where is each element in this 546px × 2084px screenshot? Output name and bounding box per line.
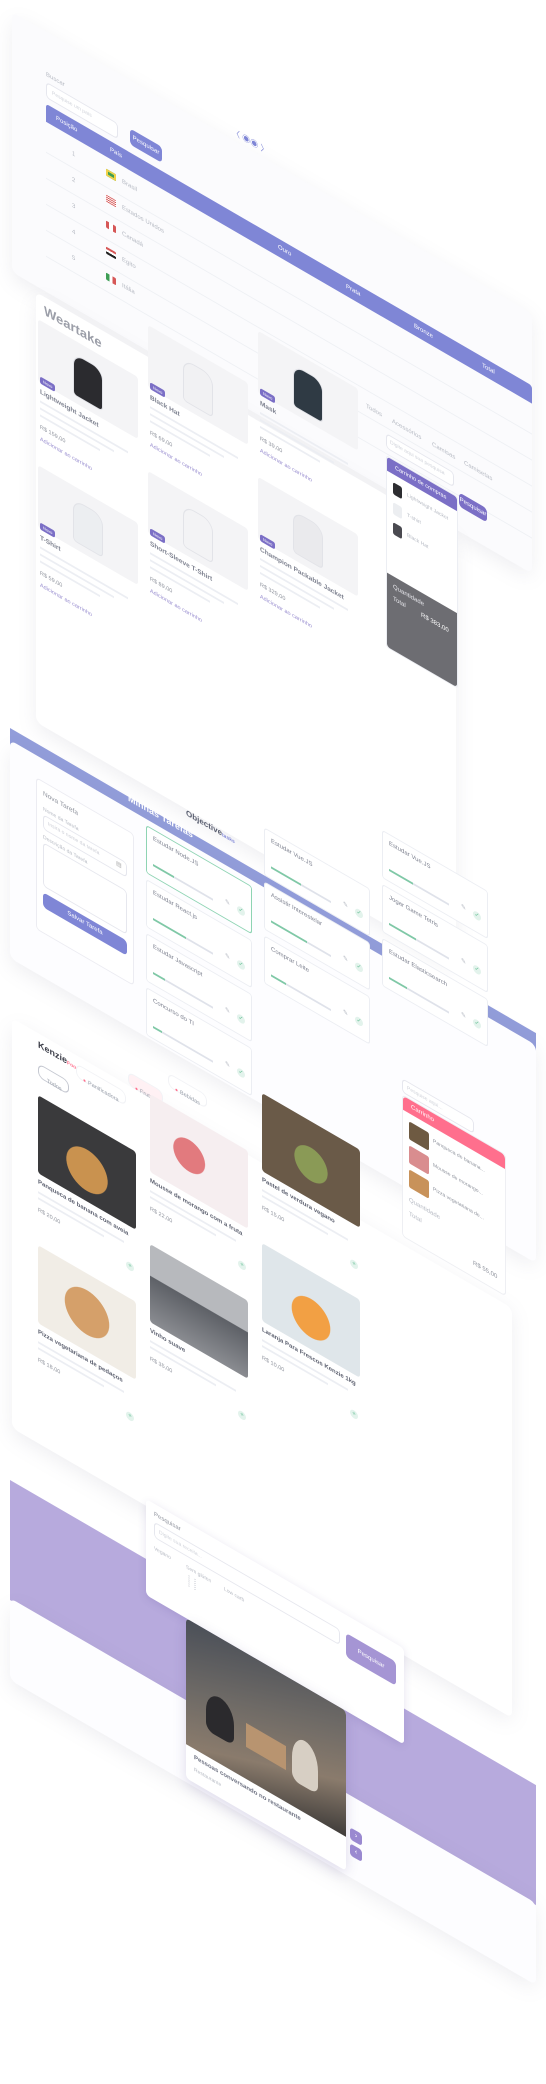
row-position: 4 — [72, 228, 76, 237]
add-to-cart-icon[interactable]: + — [238, 1259, 246, 1272]
model-figure — [184, 359, 212, 417]
check-icon[interactable]: ✓ — [237, 958, 245, 972]
hat-thumb — [393, 522, 402, 540]
row-position: 3 — [72, 202, 76, 211]
edit-icon[interactable]: ✎ — [343, 900, 348, 910]
task-progress-fill — [389, 868, 413, 885]
isometric-showcase: Buscar Pesquise um país Pesquisar 〈 ◉◉ 〉… — [0, 0, 546, 2084]
canada-flag-icon — [106, 220, 116, 234]
tshirt-thumb — [393, 502, 402, 520]
add-to-cart-icon[interactable]: + — [350, 1408, 358, 1421]
edit-icon[interactable]: ✎ — [343, 1008, 348, 1018]
fruit-icon: ● — [135, 1085, 139, 1094]
check-icon[interactable]: ✓ — [237, 1012, 245, 1026]
filter-label: Bebidas — [180, 1089, 200, 1107]
food-total-value: R$ 55,00 — [473, 1260, 498, 1281]
check-icon[interactable]: ✓ — [473, 909, 481, 923]
model-figure — [294, 365, 322, 422]
row-country: Egito — [122, 256, 136, 271]
edit-icon[interactable]: ✎ — [343, 954, 348, 964]
edit-icon[interactable]: ✎ — [225, 898, 230, 908]
drink-icon: ● — [175, 1086, 179, 1095]
egypt-flag-icon — [106, 246, 116, 260]
row-country: Itália — [122, 282, 135, 297]
row-country: Brasil — [122, 178, 138, 194]
task-progress-fill — [153, 863, 174, 879]
row-position: 1 — [72, 150, 76, 159]
add-to-cart-icon[interactable]: + — [126, 1260, 134, 1273]
col-country[interactable]: País — [110, 147, 122, 160]
col-total[interactable]: Total — [482, 363, 495, 376]
food-total-label: Total — [409, 1211, 422, 1225]
add-to-cart-icon[interactable]: + — [126, 1410, 134, 1423]
edit-icon[interactable]: ✎ — [225, 1006, 230, 1016]
add-to-cart-icon[interactable]: + — [350, 1258, 358, 1271]
bread-icon: ● — [83, 1077, 87, 1085]
edit-icon[interactable]: ✎ — [461, 957, 466, 967]
row-position: 2 — [72, 176, 76, 185]
total-label: Total — [393, 596, 406, 610]
edit-icon[interactable]: ✎ — [461, 1011, 466, 1021]
edit-icon[interactable]: ✎ — [461, 903, 466, 913]
check-icon[interactable]: ✓ — [237, 1066, 245, 1080]
col-silver[interactable]: Prata — [346, 284, 360, 298]
check-icon[interactable]: ✓ — [355, 961, 363, 974]
chip-low-carb[interactable]: Low carb — [224, 1586, 244, 1604]
usa-flag-icon — [106, 194, 116, 208]
task-progress-fill — [389, 922, 416, 941]
check-icon[interactable]: ✓ — [355, 1015, 363, 1028]
check-icon[interactable]: ✓ — [473, 1017, 481, 1031]
edit-icon[interactable]: ✎ — [225, 952, 230, 962]
check-icon[interactable]: ✓ — [237, 904, 245, 918]
task-progress-fill — [271, 974, 286, 986]
brazil-flag-icon — [106, 168, 116, 182]
task-progress-fill — [389, 976, 407, 990]
model-figure — [74, 500, 102, 557]
total-value: R$ 383,00 — [421, 612, 449, 635]
recipe-search-button[interactable]: Pesquisar — [346, 1632, 396, 1686]
chip-vegan[interactable]: Vegano — [154, 1546, 171, 1562]
italy-flag-icon — [106, 272, 116, 286]
check-icon[interactable]: ✓ — [355, 907, 363, 920]
row-position: 5 — [72, 254, 76, 263]
jacket-thumb — [393, 482, 402, 500]
model-figure — [184, 505, 212, 563]
task-progress-fill — [153, 1025, 162, 1034]
col-gold[interactable]: Ouro — [278, 244, 291, 258]
calendar-icon[interactable]: ▤ — [116, 859, 122, 869]
shopping-cart: Carrinho de compras Pesquisar Lightweigh… — [386, 455, 487, 689]
model-figure — [294, 511, 322, 568]
add-to-cart-icon[interactable]: + — [238, 1409, 246, 1422]
task-progress-fill — [153, 971, 165, 981]
model-figure — [74, 354, 102, 411]
edit-icon[interactable]: ✎ — [225, 1060, 230, 1070]
check-icon[interactable]: ✓ — [473, 963, 481, 977]
filter-chip[interactable]: ● Bebidas — [168, 1072, 207, 1110]
